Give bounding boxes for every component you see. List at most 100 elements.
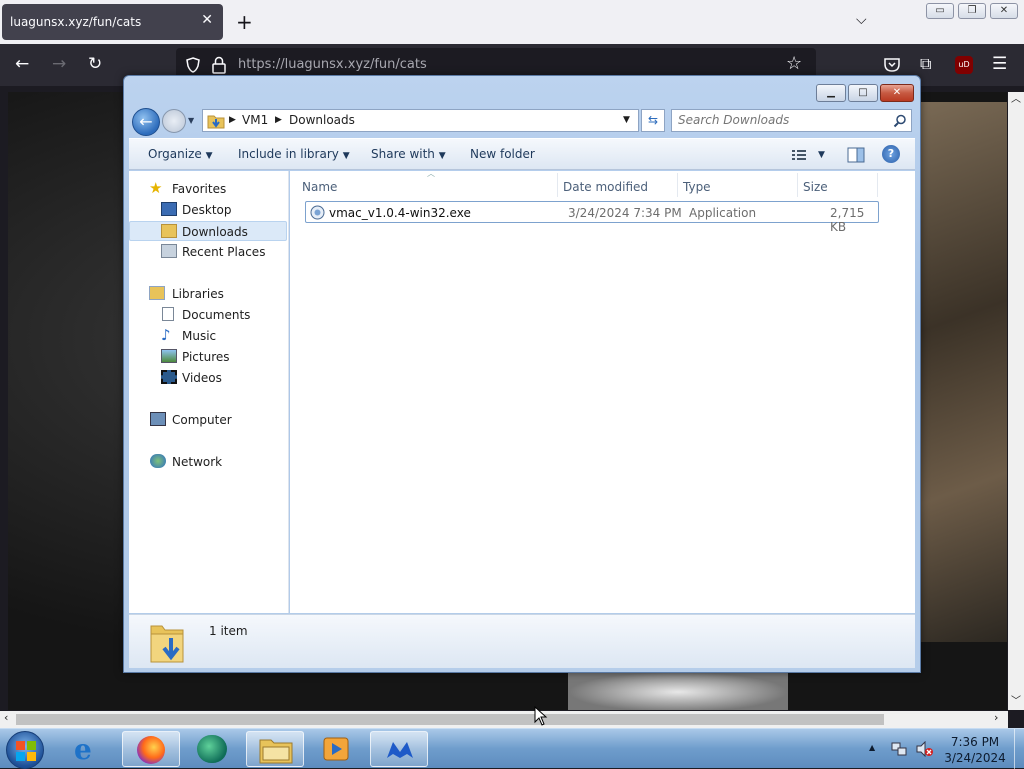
nav-item-recent-places[interactable]: Recent Places [129, 242, 287, 262]
nav-label: Pictures [182, 350, 230, 364]
address-bar[interactable]: ▶ VM1 ▶ Downloads ▼ [202, 109, 639, 132]
column-header-type[interactable]: Type [683, 180, 711, 194]
start-button[interactable] [6, 731, 44, 769]
horizontal-scroll-thumb[interactable] [16, 714, 884, 725]
taskbar-malwarebytes[interactable] [370, 731, 428, 767]
new-folder-button[interactable]: New folder [470, 147, 535, 161]
mouse-cursor-icon [534, 706, 548, 726]
nav-label: Videos [182, 371, 222, 385]
nav-item-network[interactable]: Network [129, 452, 287, 472]
taskbar-firefox[interactable] [122, 731, 180, 767]
browser-tab-bar: luagunsx.xyz/fun/cats ✕ + ⌵ ▭ ❐ ✕ [0, 0, 1024, 44]
breadcrumb-vm1[interactable]: VM1 [242, 113, 268, 127]
column-divider[interactable] [677, 173, 678, 197]
file-date-modified: 3/24/2024 7:34 PM [568, 206, 682, 220]
column-header-date-modified[interactable]: Date modified [563, 180, 648, 194]
share-with-menu[interactable]: Share with ▼ [371, 147, 446, 161]
scroll-left-icon[interactable]: ‹ [4, 711, 8, 724]
breadcrumb-chevron-icon[interactable]: ▶ [275, 115, 282, 125]
scroll-up-icon[interactable]: ︿ [1011, 90, 1021, 105]
file-row[interactable]: vmac_v1.0.4-win32.exe 3/24/2024 7:34 PM … [305, 201, 879, 234]
show-desktop-button[interactable] [1014, 729, 1024, 769]
taskbar-windows-explorer[interactable] [246, 731, 304, 767]
nav-item-desktop[interactable]: Desktop [129, 200, 287, 220]
nav-item-computer[interactable]: Computer [129, 410, 287, 430]
nav-label: Desktop [182, 203, 232, 217]
url-host: https://luagunsx.xyz [238, 57, 370, 72]
new-tab-button[interactable]: + [236, 10, 253, 34]
nav-item-music[interactable]: ♪ Music [129, 326, 287, 346]
taskbar-messaging-app[interactable] [184, 731, 242, 767]
downloads-folder-icon [161, 224, 177, 238]
windows-taskbar: e ▲ 7:36 PM 3/24/2024 [0, 728, 1024, 769]
page-vertical-scrollbar[interactable]: ︿ ﹀ [1008, 92, 1024, 710]
volume-muted-icon[interactable] [915, 741, 933, 757]
back-icon[interactable]: ← [15, 54, 29, 74]
lock-icon[interactable] [212, 56, 226, 74]
change-view-icon[interactable] [791, 148, 807, 162]
browser-restore-button[interactable]: ❐ [958, 3, 986, 19]
taskbar-internet-explorer[interactable]: e [60, 731, 118, 767]
file-list-pane: ︿ Name Date modified Type Size vmac_v1.0… [290, 169, 915, 613]
preview-pane-icon[interactable] [847, 147, 865, 163]
column-divider[interactable] [797, 173, 798, 197]
view-options-dropdown-icon[interactable]: ▼ [818, 150, 825, 160]
breadcrumb-chevron-icon[interactable]: ▶ [229, 115, 236, 125]
forward-icon[interactable]: → [52, 54, 66, 74]
nav-item-pictures[interactable]: Pictures [129, 347, 287, 367]
taskbar-media-player[interactable] [308, 731, 366, 767]
search-input[interactable] [678, 113, 878, 127]
scroll-right-icon[interactable]: › [994, 711, 998, 724]
network-tray-icon[interactable] [890, 741, 908, 757]
column-divider[interactable] [877, 173, 878, 197]
recent-pages-dropdown-icon[interactable]: ▼ [188, 116, 194, 125]
include-in-library-menu[interactable]: Include in library ▼ [238, 147, 350, 161]
breadcrumb-downloads[interactable]: Downloads [289, 113, 355, 127]
nav-item-documents[interactable]: Documents [129, 305, 287, 325]
explorer-minimize-button[interactable]: ▁ [816, 84, 846, 102]
nav-item-favorites[interactable]: ★ Favorites [129, 179, 287, 199]
nav-item-videos[interactable]: Videos [129, 368, 287, 388]
explorer-back-button[interactable]: ← [132, 108, 160, 136]
column-divider[interactable] [557, 173, 558, 197]
column-header-size[interactable]: Size [803, 180, 828, 194]
search-icon[interactable] [893, 114, 907, 128]
organize-menu[interactable]: Organize ▼ [148, 147, 213, 161]
list-all-tabs-icon[interactable]: ⌵ [856, 12, 867, 28]
organize-label: Organize [148, 147, 202, 161]
nav-label: Computer [172, 413, 232, 427]
pocket-icon[interactable] [883, 57, 901, 73]
search-box[interactable] [671, 109, 912, 132]
dropdown-arrow-icon: ▼ [438, 151, 446, 161]
explorer-window[interactable]: ▁ □ ✕ ← ▼ ▶ VM1 ▶ Downloads ▼ ⇆ Organize… [123, 75, 921, 673]
browser-minimize-button[interactable]: ▭ [926, 3, 954, 19]
column-header-name[interactable]: Name [302, 180, 337, 194]
refresh-icon[interactable]: ⇆ [641, 109, 665, 132]
tracking-protection-shield-icon[interactable] [185, 57, 201, 73]
nav-item-libraries[interactable]: Libraries [129, 284, 287, 304]
explorer-maximize-button[interactable]: □ [848, 84, 878, 102]
bookmark-star-icon[interactable]: ☆ [786, 53, 802, 74]
ublock-origin-icon[interactable]: uD [955, 56, 973, 74]
nav-item-downloads[interactable]: Downloads [129, 221, 287, 241]
recent-places-icon [161, 244, 177, 258]
system-clock[interactable]: 7:36 PM 3/24/2024 [940, 734, 1010, 766]
show-hidden-icons-arrow[interactable]: ▲ [869, 743, 875, 752]
tab-close-icon[interactable]: ✕ [201, 12, 213, 28]
browser-tab[interactable]: luagunsx.xyz/fun/cats ✕ [2, 4, 223, 40]
url-text[interactable]: https://luagunsx.xyz/fun/cats [238, 57, 427, 72]
page-horizontal-scrollbar[interactable]: ‹ › [0, 711, 1008, 728]
menu-hamburger-icon[interactable]: ☰ [992, 54, 1007, 74]
extensions-icon[interactable]: ⧉ [920, 54, 931, 74]
address-dropdown-icon[interactable]: ▼ [623, 115, 630, 125]
libraries-icon [149, 286, 165, 300]
reload-icon[interactable]: ↻ [88, 54, 102, 74]
scroll-down-icon[interactable]: ﹀ [1011, 692, 1021, 707]
malwarebytes-icon [387, 742, 413, 758]
explorer-close-button[interactable]: ✕ [880, 84, 914, 102]
browser-close-button[interactable]: ✕ [990, 3, 1018, 19]
application-exe-icon [310, 205, 325, 220]
windows-logo-icon [16, 741, 36, 761]
explorer-forward-button[interactable] [162, 109, 186, 133]
help-icon[interactable]: ? [882, 145, 900, 163]
